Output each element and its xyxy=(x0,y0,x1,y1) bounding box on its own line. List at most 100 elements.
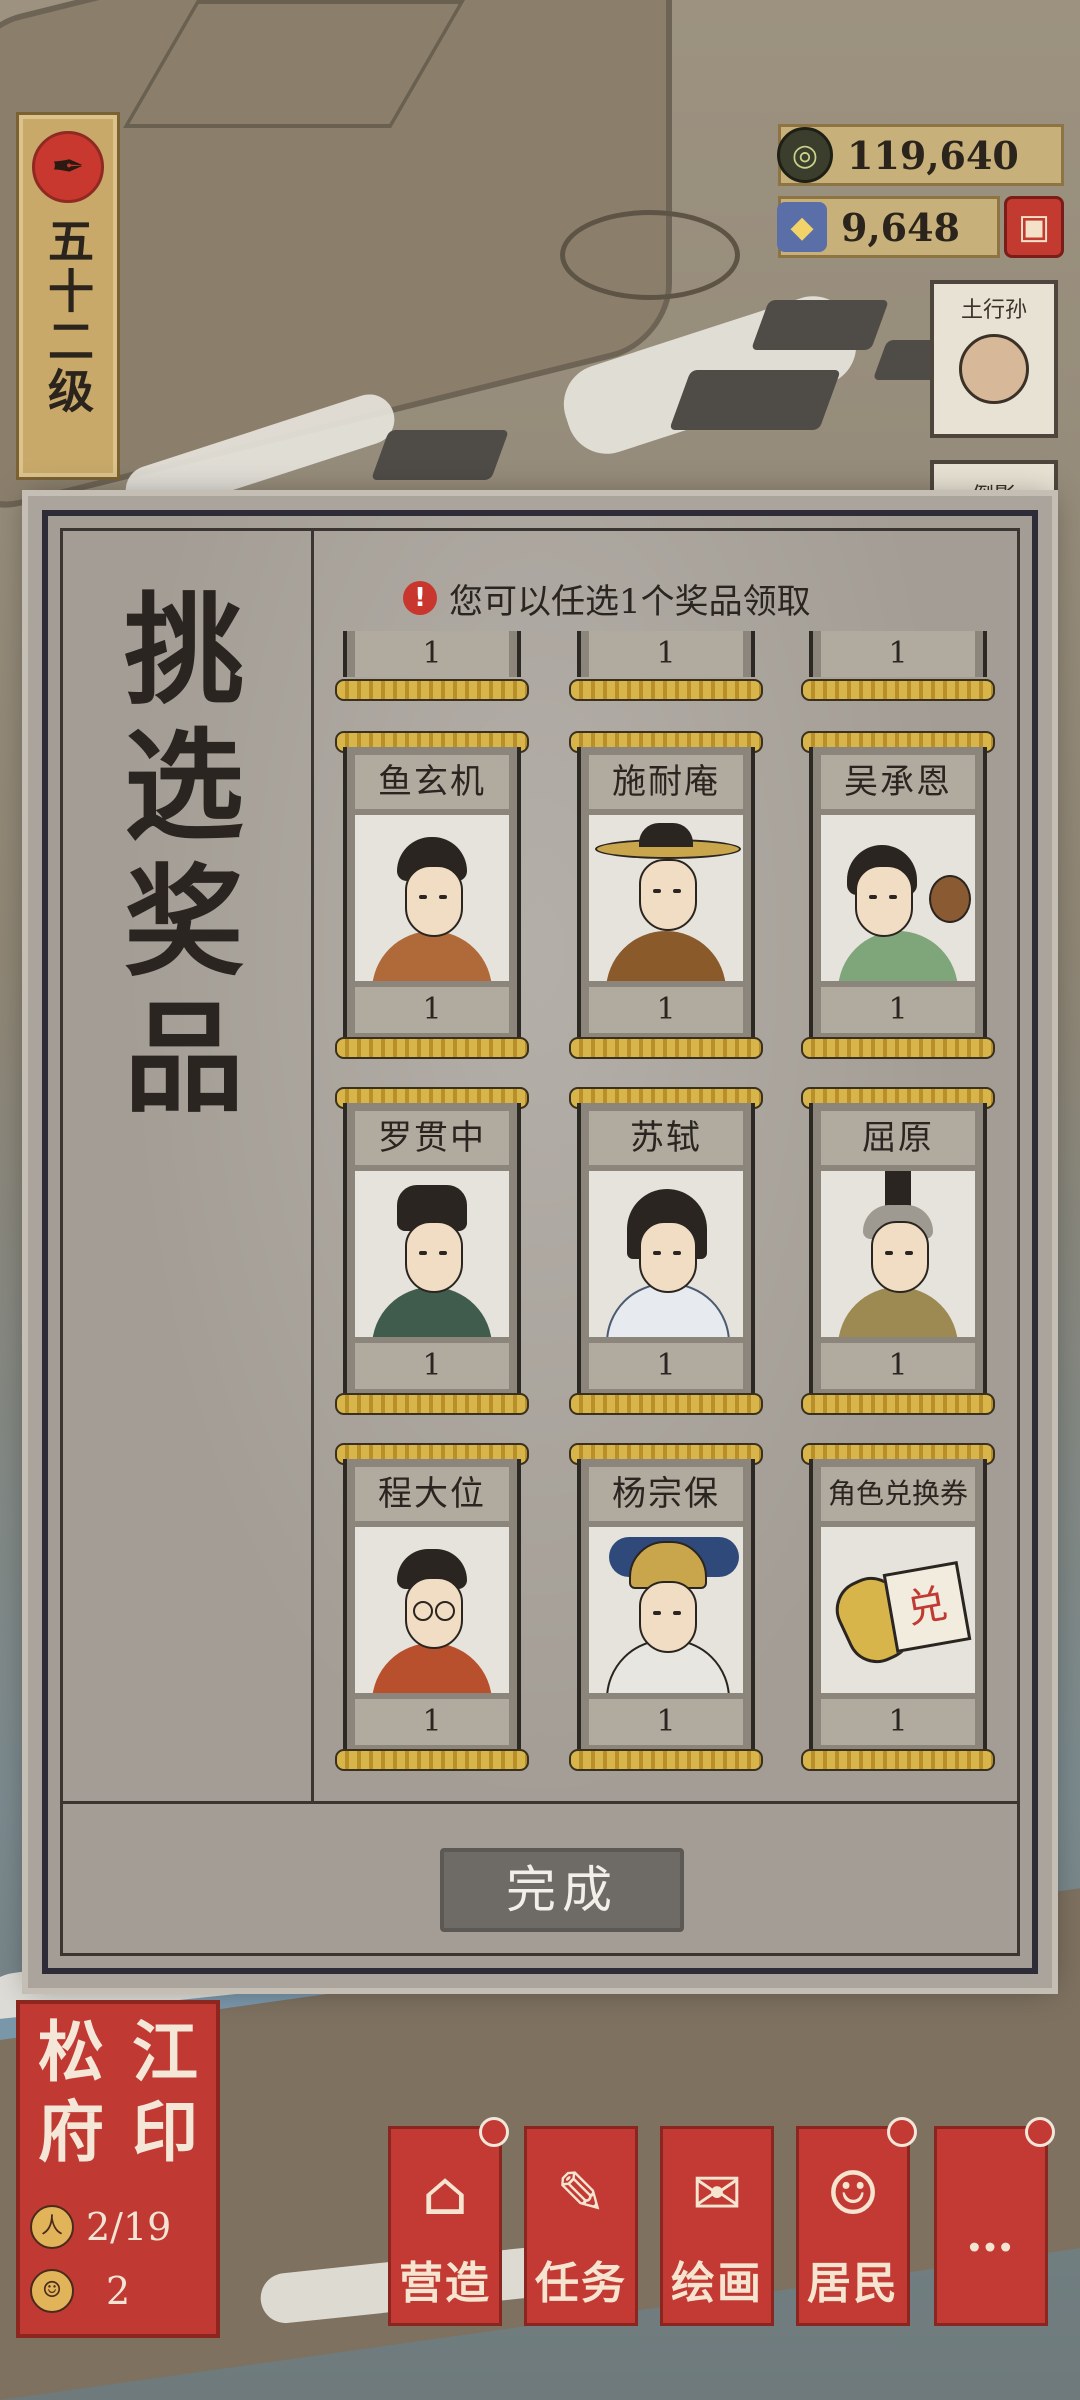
notification-dot xyxy=(1025,2117,1055,2147)
notification-dot xyxy=(887,2117,917,2147)
scroll-rod xyxy=(569,1037,763,1059)
reward-card-yang-zongbao[interactable]: 杨宗保 1 xyxy=(569,1443,763,1771)
more-icon: … xyxy=(966,2207,1016,2263)
reward-card-qu-yuan[interactable]: 屈原 1 xyxy=(801,1087,995,1415)
reward-name: 角色兑换券 xyxy=(821,1467,975,1521)
map-sign-tuxingsun[interactable]: 土行孙 xyxy=(930,280,1058,438)
seal-char: 府 xyxy=(38,2093,104,2171)
nav-build-button[interactable]: ⌂ 营造 xyxy=(388,2117,509,2326)
scroll-rod xyxy=(801,679,995,701)
reward-card-partial[interactable]: 1 xyxy=(801,631,995,707)
reward-count: 1 xyxy=(355,987,509,1033)
reward-count: 1 xyxy=(821,631,975,677)
dialog-inner-border: 挑选奖品 ! 您可以任选1个奖品领取 1 1 1 鱼玄机 1 施耐庵 1 吴承恩… xyxy=(60,528,1020,1956)
notification-dot xyxy=(479,2117,509,2147)
reward-card-luo-guanzhong[interactable]: 罗贯中 1 xyxy=(335,1087,529,1415)
nav-label: 营造 xyxy=(399,2258,491,2309)
reward-card-wu-chengen[interactable]: 吴承恩 1 xyxy=(801,731,995,1059)
reward-count: 1 xyxy=(821,1343,975,1389)
reward-card-yu-xuanji[interactable]: 鱼玄机 1 xyxy=(335,731,529,1059)
scroll-rod xyxy=(569,1393,763,1415)
nav-residents-button[interactable]: ☺ 居民 xyxy=(796,2117,917,2326)
residents-counter: 人 2/19 xyxy=(30,2202,210,2252)
reward-count: 1 xyxy=(589,1343,743,1389)
map-sign-label: 土行孙 xyxy=(960,298,1027,323)
character-portrait xyxy=(589,1527,743,1693)
residents-value: 2/19 xyxy=(86,2205,172,2249)
scroll-rod xyxy=(335,1749,529,1771)
divider xyxy=(63,1801,1017,1804)
reward-name: 屈原 xyxy=(821,1111,975,1165)
resident-icon: ☺ xyxy=(826,2159,880,2229)
reward-card-su-shi[interactable]: 苏轼 1 xyxy=(569,1087,763,1415)
shop-chest-icon: ▣ xyxy=(1017,207,1051,247)
character-portrait xyxy=(355,1527,509,1693)
city-seal-title: 松 江 府 印 xyxy=(24,2012,212,2172)
dialog-title: 挑选奖品 xyxy=(124,580,244,1129)
reward-count: 1 xyxy=(589,1699,743,1745)
gem-value: 9,648 xyxy=(841,204,960,250)
scroll-rod xyxy=(335,1037,529,1059)
nav-label: 任务 xyxy=(535,2258,627,2309)
reward-name: 苏轼 xyxy=(589,1111,743,1165)
selection-hint-text: 您可以任选1个奖品领取 xyxy=(449,581,811,622)
character-avatar-icon xyxy=(959,334,1029,404)
task-book-icon: ✎ xyxy=(555,2159,607,2229)
reward-name: 杨宗保 xyxy=(589,1467,743,1521)
brush-emblem-icon: ✒ xyxy=(32,131,104,203)
dialog-frame: 挑选奖品 ! 您可以任选1个奖品领取 1 1 1 鱼玄机 1 施耐庵 1 吴承恩… xyxy=(42,510,1038,1974)
seal-char: 印 xyxy=(132,2093,198,2171)
reward-card-cheng-dawei[interactable]: 程大位 1 xyxy=(335,1443,529,1771)
tasks-counter: ☺ 2 xyxy=(30,2266,210,2316)
scroll-rod xyxy=(801,1037,995,1059)
seal-char: 松 xyxy=(38,2013,104,2091)
reward-card-shi-naian[interactable]: 施耐庵 1 xyxy=(569,731,763,1059)
reward-count: 1 xyxy=(589,987,743,1033)
character-portrait xyxy=(355,1171,509,1337)
reward-count: 1 xyxy=(821,1699,975,1745)
character-portrait xyxy=(355,815,509,981)
reward-name: 程大位 xyxy=(355,1467,509,1521)
reward-name: 施耐庵 xyxy=(589,755,743,809)
character-portrait xyxy=(589,815,743,981)
scroll-rod xyxy=(801,1749,995,1771)
nav-more-button[interactable]: … xyxy=(934,2117,1055,2326)
character-portrait xyxy=(821,815,975,981)
reward-card-partial[interactable]: 1 xyxy=(569,631,763,707)
reward-card-exchange-ticket[interactable]: 角色兑换券 兑 1 xyxy=(801,1443,995,1771)
exchange-ticket-icon: 兑 xyxy=(821,1527,975,1693)
character-portrait xyxy=(589,1171,743,1337)
selection-hint: ! 您可以任选1个奖品领取 xyxy=(403,573,923,623)
nav-tasks-button[interactable]: ✎ 任务 xyxy=(524,2126,638,2326)
shop-button[interactable]: ▣ xyxy=(1004,196,1064,258)
done-button[interactable]: 完成 xyxy=(440,1848,684,1932)
reward-name: 鱼玄机 xyxy=(355,755,509,809)
gem-counter[interactable]: ◆ 9,648 xyxy=(777,196,1000,258)
scroll-rod xyxy=(335,679,529,701)
reward-name: 罗贯中 xyxy=(355,1111,509,1165)
reward-name: 吴承恩 xyxy=(821,755,975,809)
coin-counter[interactable]: ◎ 119,640 xyxy=(777,124,1064,186)
resident-icon: 人 xyxy=(30,2205,74,2249)
face-icon: ☺ xyxy=(30,2269,74,2313)
scroll-rod xyxy=(569,679,763,701)
nav-label: 绘画 xyxy=(671,2258,763,2309)
tasks-value: 2 xyxy=(106,2269,131,2313)
reward-card-partial[interactable]: 1 xyxy=(335,631,529,707)
divider xyxy=(311,531,314,1801)
nav-label: 居民 xyxy=(807,2258,899,2309)
scroll-painting-icon: ✉ xyxy=(691,2159,743,2229)
city-seal-panel[interactable]: 松 江 府 印 人 2/19 ☺ 2 xyxy=(16,2000,220,2338)
reward-count: 1 xyxy=(589,631,743,677)
reward-count: 1 xyxy=(355,631,509,677)
player-level-text: 五十二级 xyxy=(41,217,95,417)
player-level-tag[interactable]: ✒ 五十二级 xyxy=(16,112,120,480)
building-icon: ⌂ xyxy=(422,2159,468,2229)
coin-icon: ◎ xyxy=(777,127,833,183)
scroll-rod xyxy=(801,1393,995,1415)
reward-count: 1 xyxy=(355,1343,509,1389)
reward-count: 1 xyxy=(355,1699,509,1745)
reward-count: 1 xyxy=(821,987,975,1033)
coin-value: 119,640 xyxy=(847,132,1019,178)
nav-painting-button[interactable]: ✉ 绘画 xyxy=(660,2126,774,2326)
